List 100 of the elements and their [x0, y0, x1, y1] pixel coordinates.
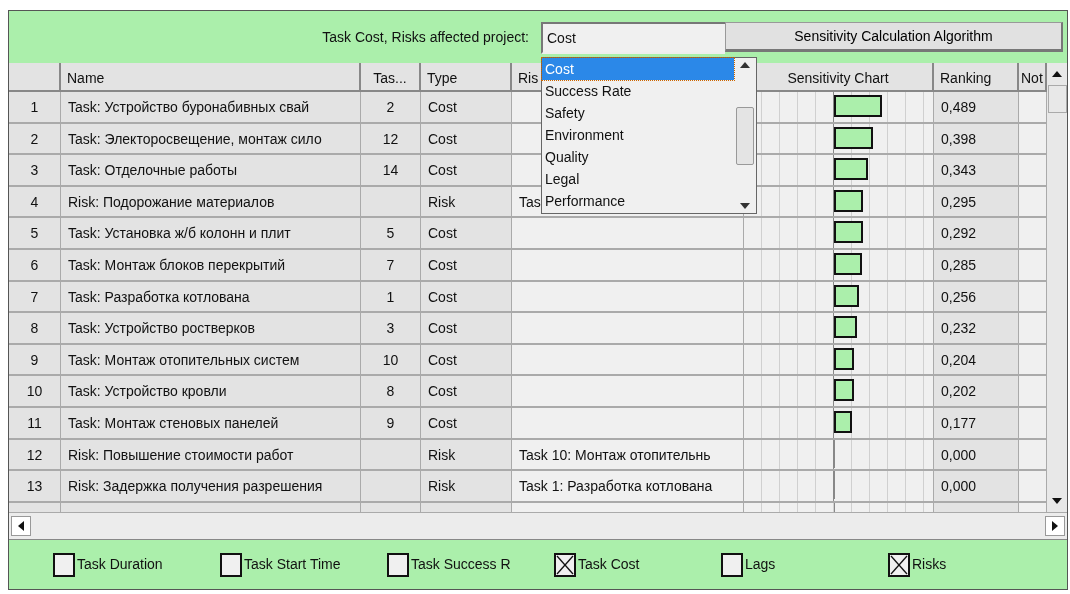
table-cell	[1019, 218, 1047, 250]
table-cell: 5	[361, 218, 421, 250]
table-cell: 0,177	[934, 407, 1019, 440]
header-corner	[9, 63, 61, 92]
row-number: 9	[9, 344, 61, 377]
table-cell: 2	[361, 92, 421, 124]
table-cell: Task: Электоросвещение, монтаж сило	[61, 123, 361, 156]
row-number: 2	[9, 123, 61, 156]
dropdown-option[interactable]: Safety	[542, 102, 734, 124]
table-cell: 7	[361, 249, 421, 282]
checkbox-label: Risks	[912, 555, 947, 574]
vertical-scrollbar[interactable]	[1047, 63, 1067, 512]
checkbox-label: Lags	[745, 555, 776, 574]
checkbox[interactable]	[220, 552, 242, 577]
table-cell: 9	[361, 407, 421, 440]
table-cell	[1019, 186, 1047, 219]
dropdown-option[interactable]: Cost	[542, 58, 734, 80]
table-cell: Task: Отделочные работы	[61, 155, 361, 187]
table-cell: Task: Монтаж отопительных систем	[61, 344, 361, 377]
row-number: 10	[9, 376, 61, 408]
table-cell	[361, 439, 421, 472]
table-cell: 0,285	[934, 249, 1019, 282]
table-cell: 8	[361, 376, 421, 408]
checkbox[interactable]	[888, 552, 910, 577]
checkbox-label: Task Success R	[411, 555, 511, 574]
table-cell: 12	[361, 123, 421, 156]
table-cell: 0,398	[934, 123, 1019, 156]
column-header[interactable]: Type	[421, 63, 512, 92]
table-cell	[361, 471, 421, 503]
table-cell: Risk	[421, 439, 512, 472]
table-cell	[1019, 344, 1047, 377]
row-number: 12	[9, 439, 61, 472]
dropdown-option[interactable]: Quality	[542, 146, 734, 168]
row-number: 8	[9, 313, 61, 345]
column-header[interactable]: Ranking	[934, 63, 1019, 92]
table-cell: Task 1: Разработка котлована	[512, 471, 744, 503]
table-cell: 0,295	[934, 186, 1019, 219]
table-cell	[1019, 281, 1047, 314]
dropdown-option[interactable]: Environment	[542, 124, 734, 146]
checkbox-label: Task Duration	[77, 555, 163, 574]
table-cell: 0,204	[934, 344, 1019, 377]
row-number: 4	[9, 186, 61, 219]
scroll-thumb[interactable]	[1048, 85, 1067, 113]
table-cell: 0,000	[934, 471, 1019, 503]
row-number: 3	[9, 155, 61, 187]
checkbox[interactable]	[53, 552, 75, 577]
table-cell: Task: Устройство буронабивных свай	[61, 92, 361, 124]
dropdown-field[interactable]: Cost	[541, 22, 725, 54]
table-cell: Task: Монтаж блоков перекрытий	[61, 249, 361, 282]
column-header[interactable]: Not	[1019, 63, 1047, 92]
scroll-right-icon[interactable]	[1052, 521, 1058, 531]
scroll-down-icon[interactable]	[1052, 498, 1062, 504]
checkbox[interactable]	[387, 552, 409, 577]
checkbox[interactable]	[554, 552, 576, 577]
field-label: Task Cost, Risks affected project:	[322, 27, 529, 47]
scroll-up-icon[interactable]	[1052, 71, 1062, 77]
scroll-down-icon[interactable]	[740, 203, 750, 209]
table-cell: 0,232	[934, 313, 1019, 345]
table-cell	[1019, 407, 1047, 440]
horizontal-scrollbar[interactable]	[9, 512, 1067, 539]
table-cell: 0,343	[934, 155, 1019, 187]
table-cell	[1019, 471, 1047, 503]
row-number: 11	[9, 407, 61, 440]
table-cell: 0,202	[934, 376, 1019, 408]
table-cell: 0,256	[934, 281, 1019, 314]
table-cell	[1019, 376, 1047, 408]
column-header[interactable]: Name	[61, 63, 361, 92]
table-cell: Task: Разработка котлована	[61, 281, 361, 314]
table-cell: Cost	[421, 123, 512, 156]
column-header[interactable]: Tas...	[361, 63, 421, 92]
dropdown-option[interactable]: Success Rate	[542, 80, 734, 102]
scroll-thumb[interactable]	[736, 106, 754, 165]
scroll-left-icon[interactable]	[18, 521, 24, 531]
table-cell: 0,292	[934, 218, 1019, 250]
table-cell: Task: Устройство кровли	[61, 376, 361, 408]
table-cell	[1019, 92, 1047, 124]
table-cell: Cost	[421, 92, 512, 124]
row-number: 5	[9, 218, 61, 250]
table-cell: Risk: Задержка получения разрешения	[61, 471, 361, 503]
table-cell: Cost	[421, 313, 512, 345]
table-cell: Cost	[421, 155, 512, 187]
table-cell: 3	[361, 313, 421, 345]
checkbox-label: Task Start Time	[244, 555, 341, 574]
row-number: 7	[9, 281, 61, 314]
table-cell: Cost	[421, 249, 512, 282]
dropdown-option[interactable]: Performance	[542, 190, 734, 212]
table-cell: Task: Установка ж/б колонн и плит	[61, 218, 361, 250]
table-cell: 0,000	[934, 439, 1019, 472]
table-cell: 14	[361, 155, 421, 187]
table-cell	[1019, 249, 1047, 282]
table-cell	[1019, 123, 1047, 156]
algorithm-button[interactable]: Sensitivity Calculation Algorithm	[725, 22, 1063, 52]
checkbox[interactable]	[721, 552, 743, 577]
table-cell: 10	[361, 344, 421, 377]
table-cell	[1019, 155, 1047, 187]
table-cell: Risk: Подорожание материалов	[61, 186, 361, 219]
table-cell: Cost	[421, 376, 512, 408]
table-cell: Cost	[421, 407, 512, 440]
table-cell	[361, 186, 421, 219]
row-number: 13	[9, 471, 61, 503]
